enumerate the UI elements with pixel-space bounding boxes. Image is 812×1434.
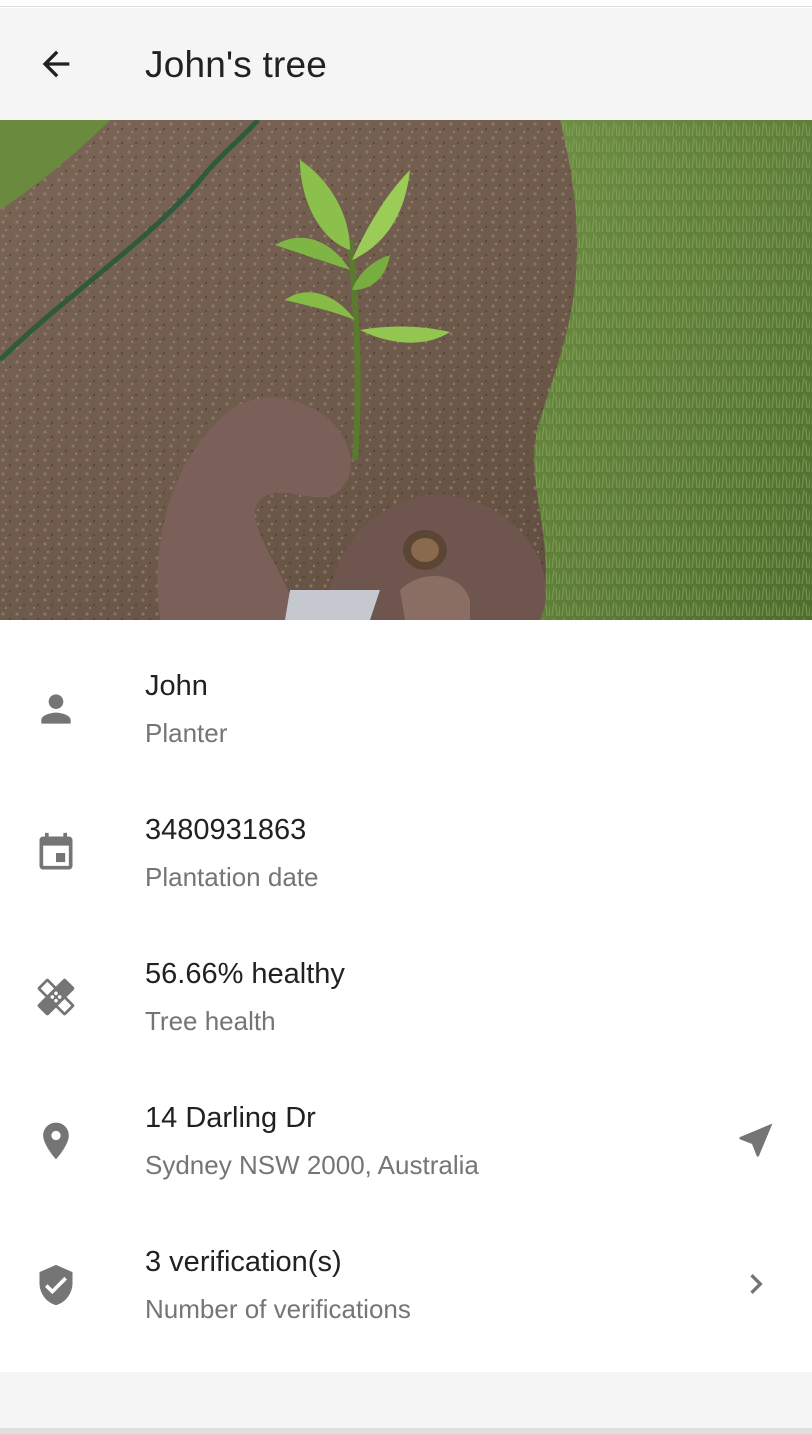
planter-row: John Planter [0, 620, 812, 764]
tree-details-list: John Planter 3480931863 Plantation date … [0, 620, 812, 1372]
chevron-right-icon [750, 1274, 763, 1294]
tree-health-label: Tree health [145, 1006, 276, 1036]
verifications-label: Number of verifications [145, 1294, 411, 1324]
window-bottom-edge [0, 1428, 812, 1434]
calendar-icon [32, 829, 80, 877]
navigation-arrow-icon [739, 1123, 773, 1157]
tree-health-row: 56.66% healthy Tree health [0, 908, 812, 1052]
location-pin-icon [32, 1117, 80, 1165]
verifications-count: 3 verification(s) [145, 1246, 342, 1278]
page-title: John's tree [145, 44, 328, 85]
address-line-1: 14 Darling Dr [145, 1102, 316, 1134]
verifications-open-button[interactable] [730, 1258, 782, 1310]
healing-icon [32, 973, 80, 1021]
navigate-button[interactable] [730, 1114, 782, 1166]
address-line-2: Sydney NSW 2000, Australia [145, 1150, 479, 1180]
window-top-edge [0, 0, 812, 7]
tree-photo [0, 120, 812, 620]
app-bar: John's tree [0, 8, 812, 120]
plantation-date-value: 3480931863 [145, 814, 307, 846]
bottom-bar [0, 1372, 812, 1428]
plantation-date-label: Plantation date [145, 862, 319, 892]
plantation-date-row: 3480931863 Plantation date [0, 764, 812, 908]
location-row[interactable]: 14 Darling Dr Sydney NSW 2000, Australia [0, 1052, 812, 1196]
planter-label: Planter [145, 718, 228, 748]
back-button[interactable] [28, 42, 84, 86]
tree-health-value: 56.66% healthy [145, 958, 345, 990]
verified-shield-icon [32, 1261, 80, 1309]
verifications-row[interactable]: 3 verification(s) Number of verification… [0, 1196, 812, 1340]
arrow-back-icon [42, 50, 70, 78]
person-icon [32, 685, 80, 733]
planter-name: John [145, 670, 208, 702]
